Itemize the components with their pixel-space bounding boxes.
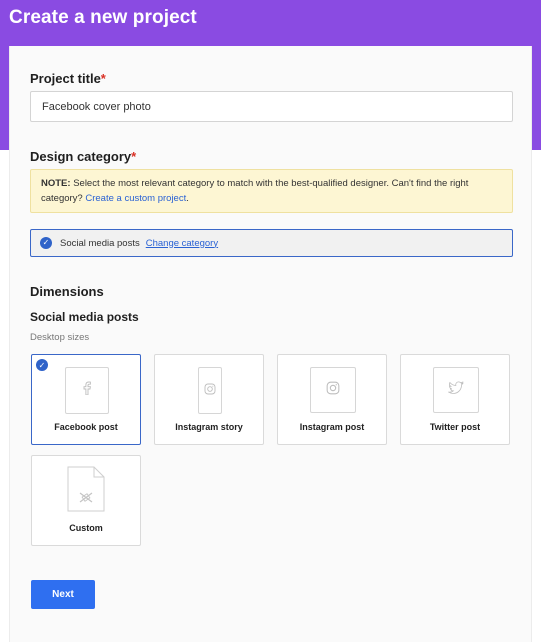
project-title-label: Project title* [30, 71, 106, 86]
change-category-link[interactable]: Change category [146, 238, 218, 249]
design-category-label: Design category* [30, 149, 136, 164]
size-option-label: Custom [69, 523, 103, 533]
dimensions-subtitle: Desktop sizes [30, 332, 90, 343]
size-option-label: Twitter post [429, 422, 481, 432]
size-option-instagram-story[interactable]: Instagram story [154, 354, 264, 445]
size-option-twitter-post[interactable]: Twitter post [400, 354, 510, 445]
dimensions-heading: Dimensions [30, 284, 104, 299]
size-option-custom[interactable]: Custom [31, 455, 141, 546]
selected-category: ✓ Social media posts Change category [30, 229, 513, 257]
project-title-label-text: Project title [30, 71, 101, 86]
instagram-icon [326, 381, 340, 400]
check-icon: ✓ [36, 359, 48, 371]
note-prefix: NOTE: [41, 178, 71, 189]
size-preview [67, 466, 105, 517]
project-title-input[interactable] [30, 91, 513, 122]
size-preview [198, 367, 222, 414]
project-form: Project title* Design category* NOTE: Se… [9, 46, 532, 642]
size-preview [433, 367, 479, 413]
page-title: Create a new project [9, 7, 197, 28]
size-preview [310, 367, 356, 413]
required-mark: * [131, 149, 137, 164]
required-mark: * [100, 71, 106, 86]
size-option-instagram-post[interactable]: Instagram post [277, 354, 387, 445]
size-option-label: Instagram post [299, 422, 365, 432]
size-option-facebook-post[interactable]: ✓ Facebook post [31, 354, 141, 445]
check-icon: ✓ [40, 237, 52, 249]
note-suffix: . [186, 193, 189, 204]
create-custom-project-link[interactable]: Create a custom project [85, 193, 186, 204]
twitter-icon [447, 381, 464, 399]
design-category-label-text: Design category [30, 149, 132, 164]
instagram-icon [204, 382, 216, 400]
size-preview [65, 367, 109, 414]
size-option-label: Facebook post [54, 422, 118, 432]
custom-icon [67, 466, 105, 517]
size-option-label: Instagram story [175, 422, 243, 432]
facebook-icon [81, 381, 93, 400]
next-button[interactable]: Next [31, 580, 95, 609]
dimensions-group-title: Social media posts [30, 310, 139, 324]
category-note: NOTE: Select the most relevant category … [30, 169, 513, 213]
selected-category-name: Social media posts [60, 237, 140, 249]
